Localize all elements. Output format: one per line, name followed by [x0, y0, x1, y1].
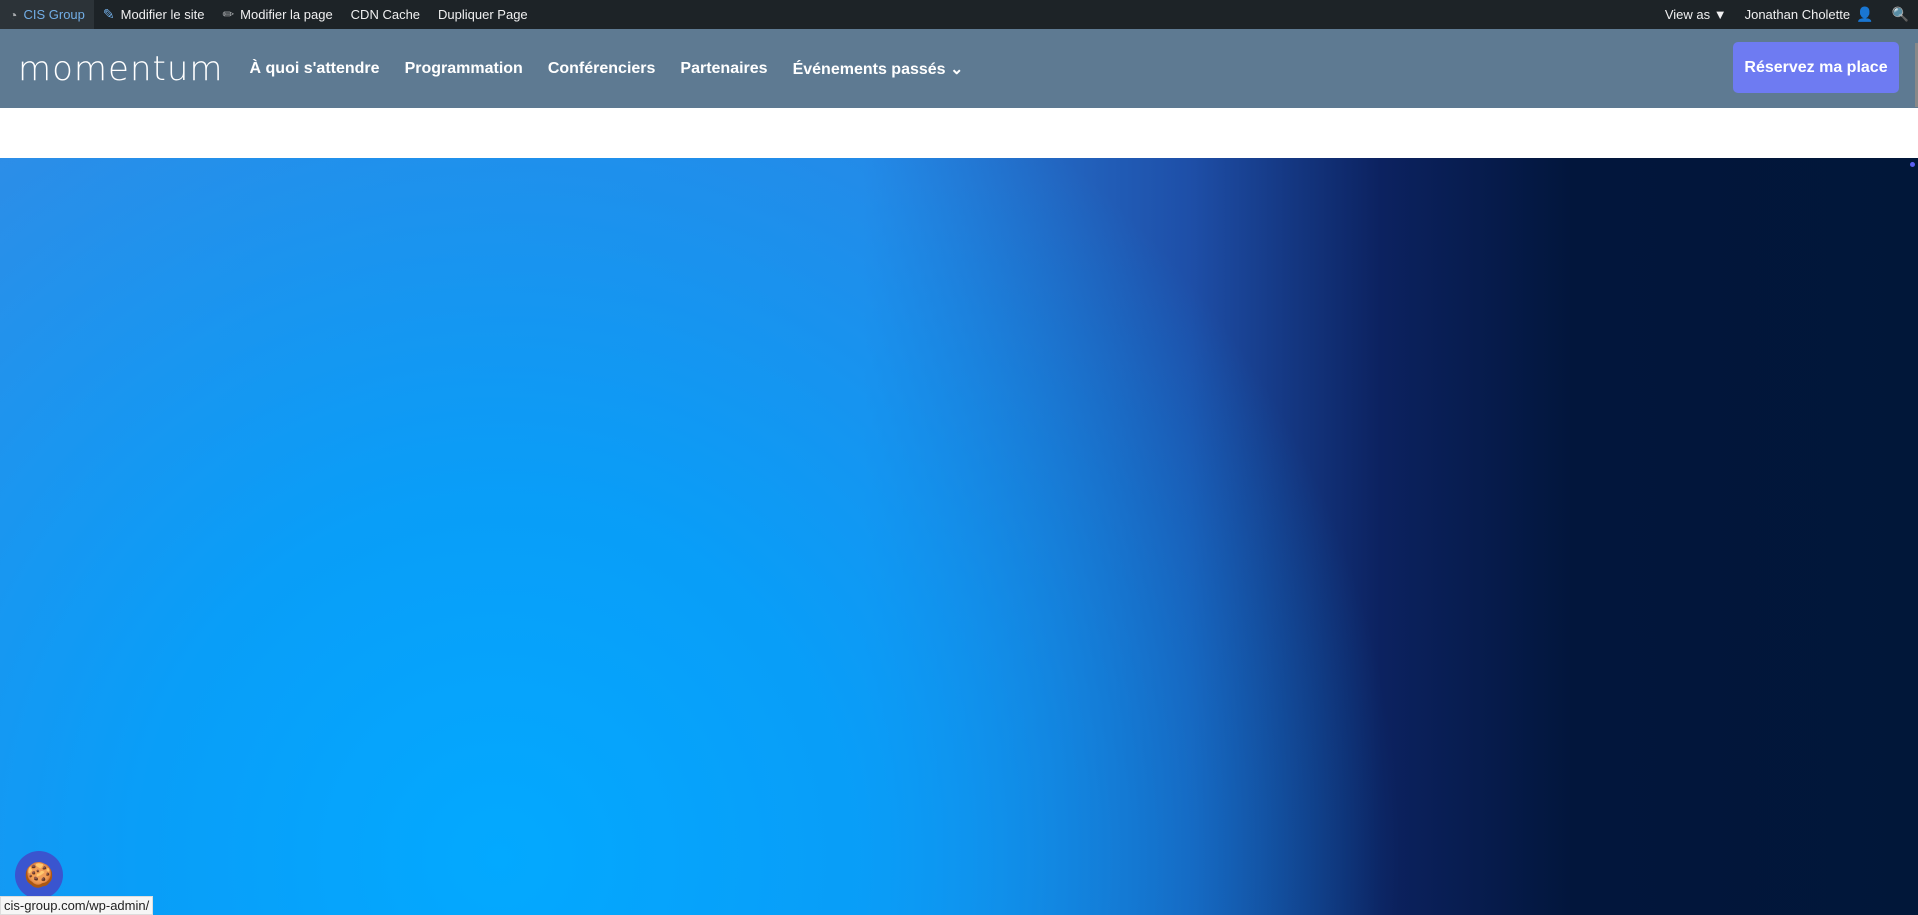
user-icon: 👤	[1856, 6, 1874, 22]
dashboard-icon: ◔	[9, 6, 18, 23]
edit-site-label: Modifier le site	[120, 7, 205, 22]
admin-bar: ◔ CIS Group ✎ Modifier le site ✏ Modifier l…	[0, 0, 1918, 29]
nav-programmation[interactable]: Programmation	[405, 60, 523, 78]
indicator-dot	[1910, 162, 1915, 167]
duplicate-page-link[interactable]: Dupliquer Page	[429, 0, 537, 29]
view-as-menu[interactable]: View as ▼	[1656, 0, 1736, 29]
pencil-icon: ✏	[222, 6, 235, 22]
edit-site-link[interactable]: ✎ Modifier le site	[94, 0, 214, 29]
site-name: CIS Group	[23, 7, 85, 22]
cookie-settings-button[interactable]: 🍪	[15, 851, 63, 899]
hero-gradient	[0, 158, 1918, 915]
nav-conferenciers[interactable]: Conférenciers	[548, 60, 656, 78]
cdn-cache-link[interactable]: CDN Cache	[342, 0, 429, 29]
site-menu[interactable]: ◔ CIS Group	[0, 0, 94, 29]
nav-what-to-expect[interactable]: À quoi s'attendre	[250, 60, 380, 78]
user-menu[interactable]: Jonathan Cholette 👤	[1736, 0, 1883, 29]
nav-past-events[interactable]: Événements passés ⌄	[793, 59, 964, 79]
spacer	[0, 108, 1918, 158]
status-bar-url: cis-group.com/wp-admin/	[0, 896, 154, 915]
edit-page-label: Modifier la page	[240, 7, 333, 22]
edit-page-link[interactable]: ✏ Modifier la page	[213, 0, 341, 29]
reserve-button[interactable]: Réservez ma place	[1733, 42, 1899, 93]
site-header: momentum À quoi s'attendre Programmation…	[0, 29, 1918, 108]
logo[interactable]: momentum	[18, 49, 224, 89]
search-button[interactable]: 🔍	[1883, 0, 1918, 29]
nav-partenaires[interactable]: Partenaires	[680, 60, 767, 78]
cookie-icon: 🍪	[24, 861, 54, 889]
brush-icon: ✎	[102, 6, 115, 22]
search-icon: 🔍	[1891, 6, 1909, 22]
user-name: Jonathan Cholette	[1744, 7, 1851, 22]
